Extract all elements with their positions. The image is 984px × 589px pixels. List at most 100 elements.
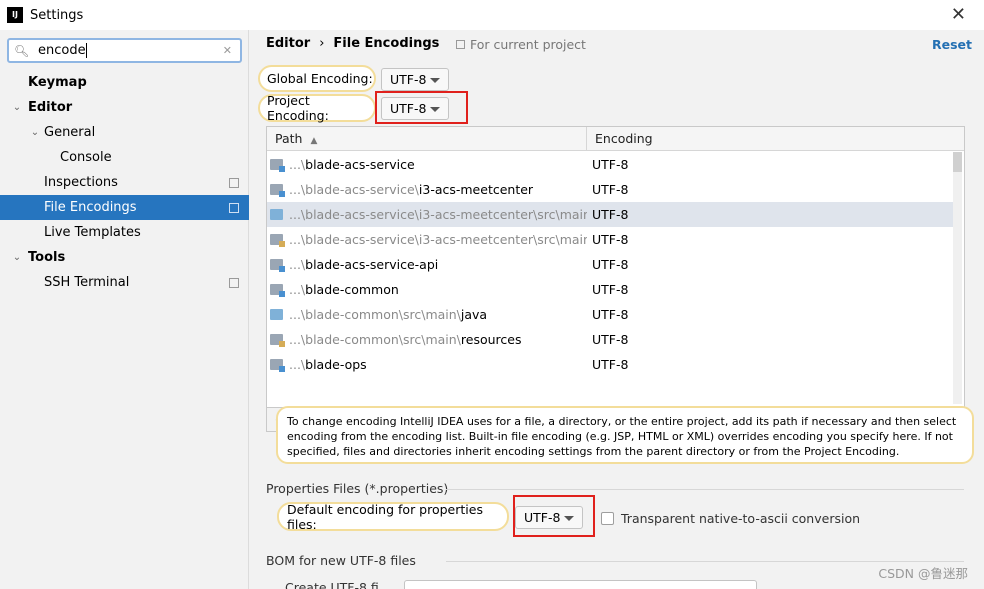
clear-search-icon[interactable]: ✕ (223, 44, 232, 57)
bom-select[interactable]: ... (404, 580, 757, 589)
row-encoding[interactable]: UTF-8 (592, 282, 628, 297)
sidebar-item-label: Editor (28, 100, 73, 115)
breadcrumb-item: File Encodings (333, 36, 440, 51)
sidebar-item-live-templates[interactable]: Live Templates (0, 220, 249, 245)
source-folder-icon (270, 209, 283, 220)
settings-tree: Keymap ⌄ Editor ⌄ General Console Inspec… (0, 70, 249, 295)
module-folder-icon (270, 159, 285, 172)
sidebar-item-tools[interactable]: ⌄ Tools (0, 245, 249, 270)
global-encoding-label-text: Global Encoding: (267, 71, 373, 86)
text-caret (85, 43, 87, 58)
table-row[interactable]: ...\blade-common\src\main\resources UTF-… (267, 327, 953, 352)
annotation-box (375, 91, 468, 124)
title-bar: IJ Settings ✕ (0, 0, 984, 30)
watermark: CSDN @鲁迷那 (878, 566, 968, 581)
bom-field-label: Create UTF-8 fi (285, 580, 379, 589)
sidebar-item-console[interactable]: Console (0, 145, 249, 170)
sidebar-item-editor[interactable]: ⌄ Editor (0, 95, 249, 120)
project-scope-icon (229, 277, 239, 288)
column-header-encoding[interactable]: Encoding (595, 131, 653, 146)
close-button[interactable]: ✕ (951, 4, 966, 25)
reset-link[interactable]: Reset (932, 37, 972, 52)
sidebar-item-label: Console (60, 150, 112, 165)
row-encoding[interactable]: UTF-8 (592, 182, 628, 197)
sidebar-item-file-encodings[interactable]: File Encodings (0, 195, 249, 220)
section-divider (446, 561, 964, 562)
module-folder-icon (270, 359, 285, 372)
properties-section-header: Properties Files (*.properties) (266, 481, 965, 496)
table-row[interactable]: ...\blade-common UTF-8 (267, 277, 953, 302)
window-title: Settings (30, 7, 84, 23)
row-encoding[interactable]: UTF-8 (592, 357, 628, 372)
row-encoding[interactable]: UTF-8 (592, 232, 628, 247)
row-encoding[interactable]: UTF-8 (592, 157, 628, 172)
project-encoding-label-text: Project Encoding: (267, 93, 329, 123)
sidebar-item-label: SSH Terminal (44, 275, 130, 290)
section-title: BOM for new UTF-8 files (266, 553, 416, 568)
table-body: ...\blade-acs-service UTF-8 ...\blade-ac… (267, 152, 953, 377)
sidebar-item-general[interactable]: ⌄ General (0, 120, 249, 145)
module-folder-icon (270, 184, 285, 197)
table-row[interactable]: ...\blade-ops UTF-8 (267, 352, 953, 377)
annotation-box (513, 495, 595, 537)
bom-section-header: BOM for new UTF-8 files (266, 553, 965, 568)
sidebar-item-ssh-terminal[interactable]: SSH Terminal (0, 270, 249, 295)
breadcrumb-item: Editor (266, 36, 311, 51)
row-encoding[interactable]: UTF-8 (592, 332, 628, 347)
dropdown-arrow-icon (430, 78, 440, 83)
global-encoding-label: Global Encoding: (258, 65, 376, 92)
row-encoding[interactable]: UTF-8 (592, 207, 628, 222)
sidebar-item-keymap[interactable]: Keymap (0, 70, 249, 95)
project-scope-icon (456, 40, 465, 49)
chevron-down-icon[interactable]: ⌄ (10, 102, 24, 113)
column-divider[interactable] (586, 127, 587, 151)
project-encoding-label: Project Encoding: (258, 93, 376, 123)
breadcrumb: Editor › File Encodings (266, 36, 439, 51)
encoding-help-text: To change encoding IntelliJ IDEA uses fo… (276, 406, 974, 464)
scrollbar-thumb[interactable] (953, 152, 962, 172)
table-scrollbar[interactable] (953, 152, 962, 404)
table-row[interactable]: ...\blade-acs-service-api UTF-8 (267, 252, 953, 277)
sort-ascending-icon: ▲ (310, 136, 318, 146)
module-folder-icon (270, 284, 285, 297)
file-encodings-panel: Editor › File Encodings For current proj… (250, 30, 984, 589)
breadcrumb-separator: › (319, 36, 325, 51)
column-header-path[interactable]: Path ▲ (275, 131, 317, 146)
sidebar-item-label: Inspections (44, 175, 118, 190)
section-title: Properties Files (*.properties) (266, 481, 449, 496)
resources-folder-icon (270, 234, 285, 247)
module-folder-icon (270, 259, 285, 272)
table-row[interactable]: ...\blade-common\src\main\java UTF-8 (267, 302, 953, 327)
table-row[interactable]: ...\blade-acs-service UTF-8 (267, 152, 953, 177)
chevron-down-icon[interactable]: ⌄ (10, 252, 24, 263)
sidebar-item-label: File Encodings (44, 200, 137, 215)
source-folder-icon (270, 309, 283, 320)
sidebar-item-label: General (44, 125, 96, 140)
scope-note: For current project (456, 37, 586, 52)
chevron-down-icon[interactable]: ⌄ (28, 127, 42, 138)
sidebar-item-inspections[interactable]: Inspections (0, 170, 249, 195)
sidebar-item-label: Keymap (28, 75, 87, 90)
checkbox-label: Transparent native-to-ascii conversion (621, 511, 861, 526)
table-row[interactable]: ...\blade-acs-service\i3-acs-meetcenter\… (267, 202, 953, 227)
checkbox-box[interactable] (601, 512, 614, 525)
project-scope-icon (229, 202, 239, 213)
settings-sidebar: 🔍︎ encode ✕ Keymap ⌄ Editor ⌄ General Co… (0, 30, 249, 589)
global-encoding-select[interactable]: UTF-8 (381, 68, 449, 91)
row-encoding[interactable]: UTF-8 (592, 307, 628, 322)
properties-encoding-label-text: Default encoding for properties files: (287, 501, 483, 532)
row-encoding[interactable]: UTF-8 (592, 257, 628, 272)
table-header: Path ▲ Encoding (267, 127, 964, 151)
search-input[interactable]: 🔍︎ encode ✕ (7, 38, 242, 63)
path-encoding-table: Path ▲ Encoding ...\blade-acs-service UT… (266, 126, 965, 408)
table-row[interactable]: ...\blade-acs-service\i3-acs-meetcenter\… (267, 227, 953, 252)
properties-encoding-label: Default encoding for properties files: (277, 501, 509, 532)
resources-folder-icon (270, 334, 285, 347)
table-row[interactable]: ...\blade-acs-service\i3-acs-meetcenter … (267, 177, 953, 202)
project-scope-icon (229, 177, 239, 188)
section-divider (446, 489, 964, 490)
sidebar-item-label: Tools (28, 250, 66, 265)
scope-label: For current project (470, 37, 586, 52)
native-to-ascii-checkbox[interactable]: Transparent native-to-ascii conversion (601, 511, 860, 526)
search-icon: 🔍︎ (14, 43, 30, 58)
